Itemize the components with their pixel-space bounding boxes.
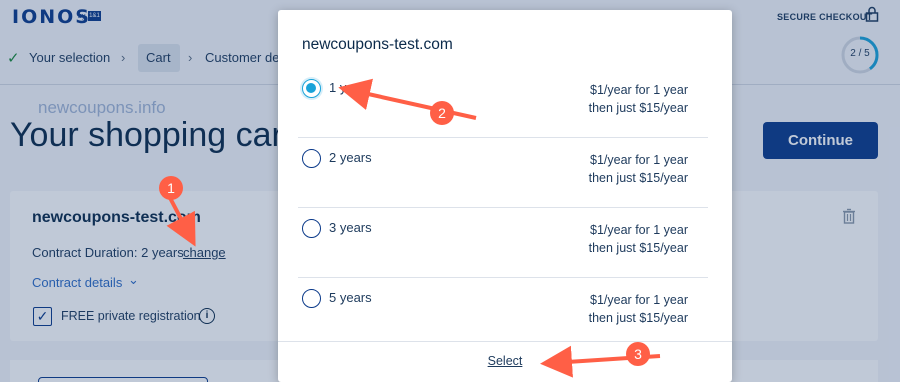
duration-option-3-years[interactable]: 3 years $1/year for 1 year then just $15… [298,208,708,278]
option-label: 1 year [329,80,366,95]
price-line-1: $1/year for 1 year [590,83,688,97]
price-line-1: $1/year for 1 year [590,223,688,237]
duration-option-5-years[interactable]: 5 years $1/year for 1 year then just $15… [298,278,708,348]
option-price: $1/year for 1 year then just $15/year [589,81,688,117]
watermark: newcoupons.info [38,98,166,117]
option-label: 3 years [329,220,372,235]
option-price: $1/year for 1 year then just $15/year [589,221,688,257]
select-button[interactable]: Select [488,354,523,368]
price-line-2: then just $15/year [588,241,688,255]
duration-modal: newcoupons-test.com 1 year $1/year for 1… [278,10,732,382]
price-line-2: then just $15/year [588,101,688,115]
price-line-2: then just $15/year [588,311,688,325]
annotation-badge-3: 3 [626,342,650,366]
option-price: $1/year for 1 year then just $15/year [589,151,688,187]
radio-5-years[interactable] [302,289,321,308]
duration-option-2-years[interactable]: 2 years $1/year for 1 year then just $15… [298,138,708,208]
price-line-2: then just $15/year [588,171,688,185]
option-price: $1/year for 1 year then just $15/year [589,291,688,327]
option-label: 5 years [329,290,372,305]
duration-option-1-year[interactable]: 1 year $1/year for 1 year then just $15/… [298,68,708,138]
modal-title: newcoupons-test.com [302,36,453,53]
price-line-1: $1/year for 1 year [590,153,688,167]
radio-2-years[interactable] [302,149,321,168]
modal-footer: Select [278,354,732,368]
modal-footer-divider [278,341,732,342]
annotation-badge-1: 1 [159,176,183,200]
option-label: 2 years [329,150,372,165]
radio-3-years[interactable] [302,219,321,238]
radio-1-year[interactable] [302,79,321,98]
price-line-1: $1/year for 1 year [590,293,688,307]
annotation-badge-2: 2 [430,101,454,125]
